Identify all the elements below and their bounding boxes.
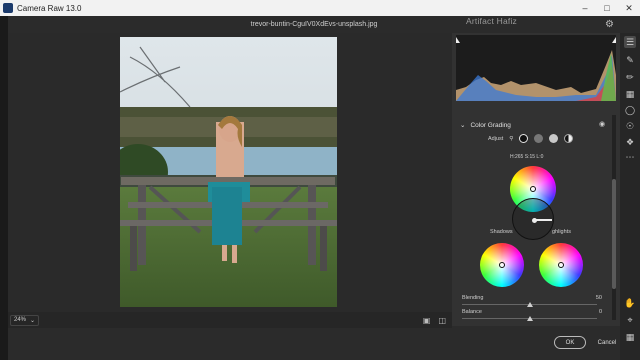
gear-icon[interactable]: ⚙ — [605, 19, 614, 30]
h-value: 265 — [515, 154, 524, 160]
more-options-icon[interactable]: ⋯ — [624, 151, 636, 163]
edit-panel: ⌄ Color Grading ◉ Adjust ⚲ H:265 S:15 L:… — [452, 33, 620, 326]
grid-icon[interactable]: ▦ — [624, 331, 636, 343]
blending-value[interactable]: 50 — [596, 295, 602, 301]
chevron-down-icon: ⌄ — [460, 122, 466, 129]
shadows-color-wheel[interactable] — [480, 243, 524, 287]
zoom-select[interactable]: 24% ⌄ — [10, 314, 40, 326]
close-icon[interactable]: ✕ — [618, 3, 640, 14]
radial-filter-icon[interactable]: ◯ — [624, 104, 636, 116]
red-eye-icon[interactable]: ☉ — [624, 120, 636, 132]
gradient-icon[interactable]: ▦ — [624, 88, 636, 100]
photo-preview[interactable] — [120, 37, 337, 307]
color-sampler-icon[interactable]: ⌖ — [624, 314, 636, 326]
sliders-icon[interactable]: ☰ — [624, 36, 636, 48]
image-header: trevor-buntin-CguIV0XdEvs-unsplash.jpg ⚙ — [8, 16, 620, 33]
hsl-readout: H:265 S:15 L:0 — [510, 154, 543, 160]
slider-thumb[interactable] — [527, 316, 533, 321]
hand-icon[interactable]: ✋ — [624, 297, 636, 309]
tool-strip: ☰ ✎ ✏ ▦ ◯ ☉ ❖ ⋯ ✋ ⌖ ▦ — [620, 33, 640, 360]
maximize-icon[interactable]: □ — [596, 3, 618, 14]
adjust-label: Adjust — [488, 135, 504, 142]
luminance-line — [535, 219, 552, 221]
camera-raw-icon — [3, 3, 13, 13]
wheel-handle[interactable] — [530, 186, 536, 192]
watermark-text: Artifact Hafiz — [466, 16, 517, 26]
highlights-wheel-icon[interactable] — [549, 134, 559, 143]
highlights-label: ghlights — [552, 229, 571, 235]
dialog-footer: OK Cancel — [8, 328, 620, 360]
scrollbar-thumb[interactable] — [612, 179, 616, 289]
canvas-bottom-bar: 24% ⌄ ▣ ◫ — [8, 312, 452, 328]
wheel-handle[interactable] — [499, 262, 505, 268]
chevron-down-icon: ⌄ — [30, 317, 36, 324]
color-grading-header[interactable]: ⌄ Color Grading — [460, 121, 511, 130]
l-value: 0 — [540, 154, 544, 160]
three-wheel-icon[interactable]: ⚲ — [509, 136, 513, 142]
ok-button[interactable]: OK — [554, 336, 586, 349]
section-title: Color Grading — [470, 121, 511, 129]
eye-icon[interactable]: ◉ — [599, 120, 605, 128]
shadows-wheel-icon[interactable] — [519, 134, 529, 143]
filmstrip-collapsed[interactable] — [0, 16, 8, 360]
presets-icon[interactable]: ❖ — [624, 136, 636, 148]
blending-slider[interactable]: Blending 50 — [462, 295, 604, 307]
before-after-icon[interactable]: ◫ — [438, 316, 446, 325]
shadows-label: Shadows — [490, 229, 513, 235]
brush-icon[interactable]: ✏ — [624, 71, 636, 83]
title-bar: Camera Raw 13.0 – □ ✕ — [0, 0, 640, 16]
histogram — [456, 35, 616, 101]
minimize-icon[interactable]: – — [574, 3, 596, 14]
s-value: 15 — [529, 154, 536, 160]
balance-value[interactable]: 0 — [599, 309, 602, 315]
midtones-wheel-icon[interactable] — [534, 134, 544, 143]
highlights-color-wheel[interactable] — [539, 243, 583, 287]
healing-brush-icon[interactable]: ✎ — [624, 54, 636, 66]
wheel-focus-ring — [512, 198, 554, 240]
cancel-button[interactable]: Cancel — [594, 336, 620, 349]
global-wheel-icon[interactable] — [564, 134, 574, 143]
balance-label: Balance — [462, 309, 482, 315]
camera-raw-window: trevor-buntin-CguIV0XdEvs-unsplash.jpg ⚙… — [0, 16, 640, 360]
blending-label: Blending — [462, 295, 484, 301]
wheel-handle[interactable] — [558, 262, 564, 268]
filmstrip-toggle-icon[interactable]: ▣ — [423, 316, 431, 325]
slider-thumb[interactable] — [527, 302, 533, 307]
image-canvas[interactable] — [8, 33, 452, 326]
balance-slider[interactable]: Balance 0 — [462, 309, 604, 321]
image-filename: trevor-buntin-CguIV0XdEvs-unsplash.jpg — [250, 21, 378, 28]
adjust-row: Adjust ⚲ — [488, 134, 574, 143]
window-title: Camera Raw 13.0 — [17, 3, 82, 13]
zoom-value: 24% — [14, 316, 27, 323]
